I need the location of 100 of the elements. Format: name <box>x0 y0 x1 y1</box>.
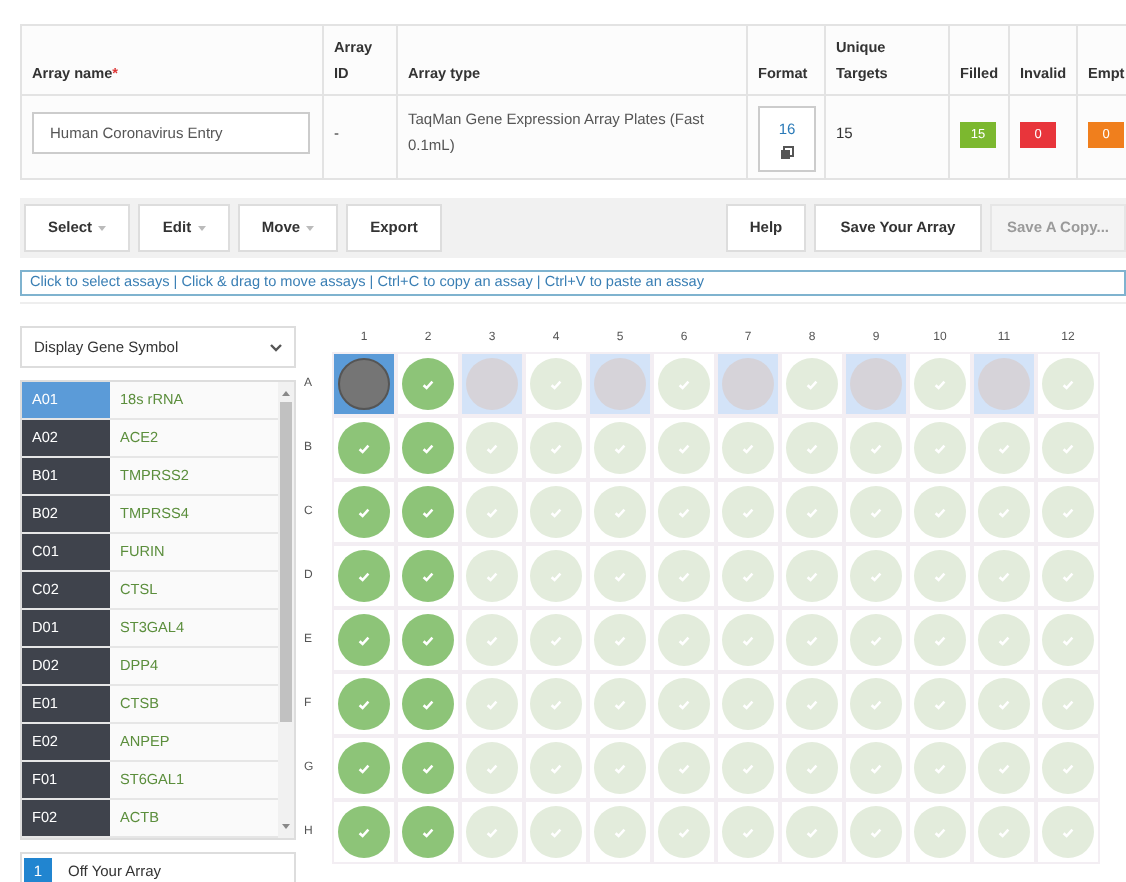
well[interactable] <box>466 486 518 538</box>
well[interactable] <box>594 742 646 794</box>
well[interactable] <box>594 550 646 602</box>
well[interactable] <box>850 614 902 666</box>
well[interactable] <box>658 358 710 410</box>
well[interactable] <box>594 358 646 410</box>
well[interactable] <box>402 614 454 666</box>
check-icon <box>422 507 434 517</box>
well[interactable] <box>850 422 902 474</box>
well[interactable] <box>850 486 902 538</box>
well[interactable] <box>914 550 966 602</box>
well[interactable] <box>594 422 646 474</box>
well[interactable] <box>594 806 646 858</box>
well[interactable] <box>402 358 454 410</box>
well[interactable] <box>1042 358 1094 410</box>
well[interactable] <box>850 806 902 858</box>
well[interactable] <box>466 614 518 666</box>
well[interactable] <box>338 486 390 538</box>
well[interactable] <box>722 486 774 538</box>
well[interactable] <box>530 486 582 538</box>
well[interactable] <box>722 678 774 730</box>
well[interactable] <box>914 358 966 410</box>
well[interactable] <box>466 550 518 602</box>
scroll-down-icon[interactable] <box>280 822 292 832</box>
well[interactable] <box>978 422 1030 474</box>
well[interactable] <box>594 678 646 730</box>
well[interactable] <box>786 422 838 474</box>
well[interactable] <box>722 806 774 858</box>
well[interactable] <box>338 678 390 730</box>
well[interactable] <box>850 550 902 602</box>
well[interactable] <box>978 678 1030 730</box>
well[interactable] <box>978 550 1030 602</box>
well[interactable] <box>978 806 1030 858</box>
well[interactable] <box>402 742 454 794</box>
well[interactable] <box>914 806 966 858</box>
well[interactable] <box>914 678 966 730</box>
well[interactable] <box>338 614 390 666</box>
well[interactable] <box>1042 422 1094 474</box>
well[interactable] <box>786 550 838 602</box>
well[interactable] <box>594 486 646 538</box>
well[interactable] <box>466 742 518 794</box>
well[interactable] <box>338 742 390 794</box>
well[interactable] <box>530 742 582 794</box>
well[interactable] <box>466 358 518 410</box>
well[interactable] <box>850 358 902 410</box>
well[interactable] <box>658 550 710 602</box>
well[interactable] <box>786 806 838 858</box>
well[interactable] <box>1042 614 1094 666</box>
well[interactable] <box>658 806 710 858</box>
well[interactable] <box>466 806 518 858</box>
well[interactable] <box>978 742 1030 794</box>
well[interactable] <box>530 614 582 666</box>
well[interactable] <box>1042 678 1094 730</box>
well[interactable] <box>658 678 710 730</box>
well[interactable] <box>338 806 390 858</box>
well[interactable] <box>530 358 582 410</box>
well[interactable] <box>722 422 774 474</box>
well[interactable] <box>402 486 454 538</box>
well[interactable] <box>338 358 390 410</box>
well[interactable] <box>530 422 582 474</box>
well[interactable] <box>466 678 518 730</box>
scrollbar[interactable] <box>278 382 294 838</box>
well[interactable] <box>850 678 902 730</box>
well[interactable] <box>786 486 838 538</box>
well[interactable] <box>978 486 1030 538</box>
well[interactable] <box>658 742 710 794</box>
well[interactable] <box>722 614 774 666</box>
well[interactable] <box>786 678 838 730</box>
well[interactable] <box>402 806 454 858</box>
well[interactable] <box>530 550 582 602</box>
well[interactable] <box>914 486 966 538</box>
well[interactable] <box>658 614 710 666</box>
well[interactable] <box>338 550 390 602</box>
well[interactable] <box>1042 806 1094 858</box>
well[interactable] <box>466 422 518 474</box>
well[interactable] <box>530 806 582 858</box>
well[interactable] <box>914 614 966 666</box>
well[interactable] <box>402 422 454 474</box>
well[interactable] <box>978 614 1030 666</box>
well[interactable] <box>1042 742 1094 794</box>
well[interactable] <box>786 614 838 666</box>
well[interactable] <box>722 742 774 794</box>
well[interactable] <box>786 742 838 794</box>
scroll-up-icon[interactable] <box>280 388 292 398</box>
well[interactable] <box>658 422 710 474</box>
well[interactable] <box>786 358 838 410</box>
well[interactable] <box>594 614 646 666</box>
well[interactable] <box>530 678 582 730</box>
well[interactable] <box>1042 550 1094 602</box>
well[interactable] <box>402 550 454 602</box>
well[interactable] <box>1042 486 1094 538</box>
well[interactable] <box>850 742 902 794</box>
well[interactable] <box>914 422 966 474</box>
well[interactable] <box>978 358 1030 410</box>
well[interactable] <box>722 358 774 410</box>
well[interactable] <box>402 678 454 730</box>
well[interactable] <box>914 742 966 794</box>
well[interactable] <box>658 486 710 538</box>
well[interactable] <box>338 422 390 474</box>
well[interactable] <box>722 550 774 602</box>
